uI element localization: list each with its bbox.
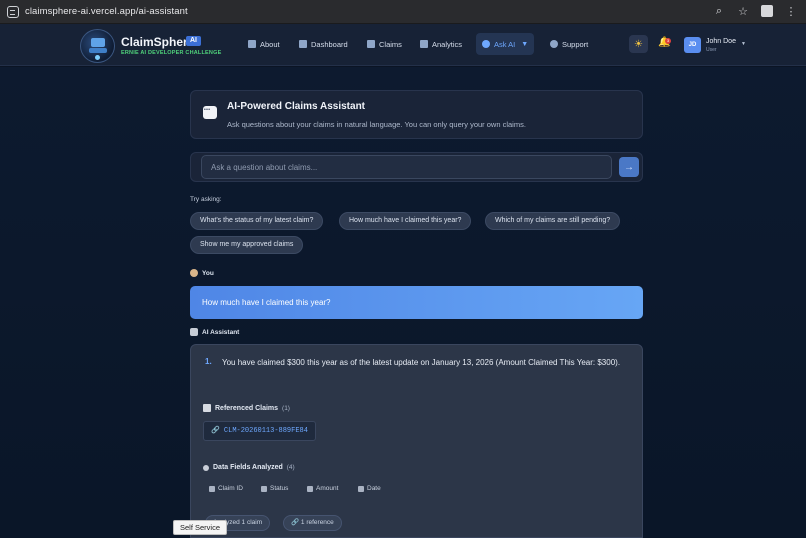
reference-count-pill: 🔗 1 reference xyxy=(283,515,342,531)
circle-icon xyxy=(203,464,209,471)
brand-ai-badge: AI xyxy=(186,36,201,46)
nav-dashboard[interactable]: Dashboard xyxy=(293,33,354,55)
data-field-chip: Claim ID xyxy=(209,485,243,492)
chevron-down-icon: ▼ xyxy=(521,40,529,48)
user-menu-chevron-icon[interactable]: ▼ xyxy=(741,41,746,47)
data-field-chip: Status xyxy=(261,485,288,492)
answer-text: You have claimed $300 this year as of th… xyxy=(222,358,621,367)
nav-analytics[interactable]: Analytics xyxy=(414,33,468,55)
chat-icon xyxy=(482,40,490,48)
robot-icon xyxy=(190,328,198,336)
url-text[interactable]: claimsphere-ai.vercel.app/ai-assistant xyxy=(25,6,188,17)
suggestion-chip[interactable]: Which of my claims are still pending? xyxy=(485,212,621,230)
ai-message-header: AI Assistant xyxy=(190,328,239,336)
brand-name[interactable]: ClaimSphere xyxy=(121,35,194,49)
notification-count-badge: 3 xyxy=(665,38,671,44)
extension-icon[interactable] xyxy=(760,4,774,18)
app-header: ClaimSphere AI ERNIE AI DEVELOPER CHALLE… xyxy=(0,24,806,66)
intro-card: AI-Powered Claims Assistant Ask question… xyxy=(190,90,643,139)
menu-icon[interactable]: ⋮ xyxy=(784,4,798,18)
suggestion-chip[interactable]: Show me my approved claims xyxy=(190,236,304,254)
main-content: AI-Powered Claims Assistant Ask question… xyxy=(0,67,806,538)
user-name[interactable]: John Doe xyxy=(706,38,736,45)
page-title: AI-Powered Claims Assistant xyxy=(227,101,366,112)
referenced-claim-link[interactable]: 🔗 CLM-20260113-889FE84 xyxy=(203,421,316,441)
user-message-bubble: How much have I claimed this year? xyxy=(190,286,643,319)
send-button[interactable]: → xyxy=(619,157,639,177)
suggestion-chip[interactable]: How much have I claimed this year? xyxy=(339,212,472,230)
chart-icon xyxy=(420,40,428,48)
brand-tagline: ERNIE AI DEVELOPER CHALLENGE xyxy=(121,50,222,56)
clipboard-icon xyxy=(203,404,211,412)
nav-claims[interactable]: Claims xyxy=(361,33,408,55)
site-settings-icon[interactable] xyxy=(7,5,19,18)
tooltip: Self Service xyxy=(173,520,228,535)
referenced-claims-heading: Referenced Claims (1) xyxy=(203,404,290,412)
answer-list-number: 1. xyxy=(205,357,212,366)
dashboard-icon xyxy=(299,40,307,48)
question-input[interactable] xyxy=(201,155,612,179)
field-icon xyxy=(261,485,267,492)
user-role: User xyxy=(706,47,717,53)
nav-about[interactable]: About xyxy=(242,33,286,55)
nav-ask-ai[interactable]: Ask AI ▼ xyxy=(476,33,535,55)
link-icon: 🔗 xyxy=(211,427,224,435)
browser-address-bar: claimsphere-ai.vercel.app/ai-assistant ⌕… xyxy=(0,0,806,24)
page-description: Ask questions about your claims in natur… xyxy=(227,120,526,129)
user-message-header: You xyxy=(190,269,214,277)
avatar[interactable]: JD xyxy=(684,37,701,53)
link-icon: 🔗 xyxy=(291,519,301,526)
chat-bubble-icon xyxy=(203,106,217,119)
nav-support[interactable]: Support xyxy=(544,33,594,55)
zoom-icon[interactable]: ⌕ xyxy=(712,4,726,18)
data-field-chip: Amount xyxy=(307,485,338,492)
field-icon xyxy=(358,485,364,492)
field-icon xyxy=(307,485,313,492)
suggestion-chip[interactable]: What's the status of my latest claim? xyxy=(190,212,324,230)
bookmark-star-icon[interactable]: ☆ xyxy=(736,4,750,18)
data-fields-heading: Data Fields Analyzed (4) xyxy=(203,464,295,471)
user-icon xyxy=(190,269,198,277)
ai-answer-card: 1. You have claimed $300 this year as of… xyxy=(190,344,643,538)
arrow-right-icon: → xyxy=(624,161,634,173)
logo-icon[interactable] xyxy=(80,29,115,63)
theme-toggle-sun-icon[interactable]: ☀ xyxy=(629,35,648,53)
data-field-chip: Date xyxy=(358,485,381,492)
headset-icon xyxy=(550,40,558,48)
document-icon xyxy=(367,40,375,48)
info-icon xyxy=(248,40,256,48)
ask-form: → xyxy=(190,152,643,182)
suggestions-label: Try asking: xyxy=(190,196,222,203)
field-icon xyxy=(209,485,215,492)
